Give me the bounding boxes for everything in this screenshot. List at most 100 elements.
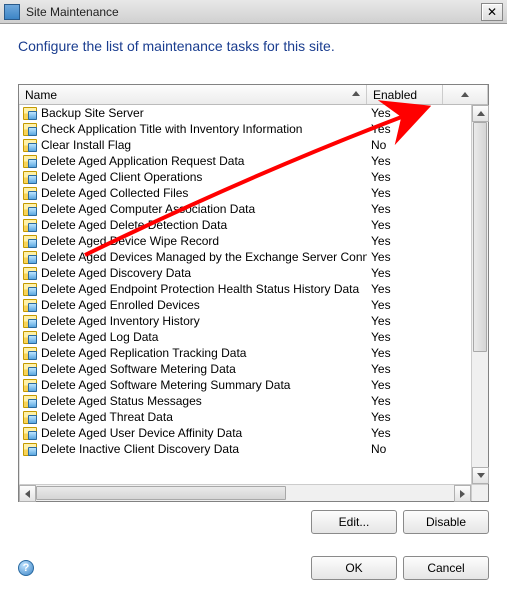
- table-row[interactable]: Delete Aged Replication Tracking DataYes: [19, 345, 471, 361]
- table-row[interactable]: Delete Aged Threat DataYes: [19, 409, 471, 425]
- scroll-down-button[interactable]: [472, 467, 489, 484]
- task-icon: [23, 411, 37, 424]
- task-name: Delete Inactive Client Discovery Data: [41, 442, 367, 456]
- task-name: Delete Aged Application Request Data: [41, 154, 367, 168]
- task-name: Delete Aged Computer Association Data: [41, 202, 367, 216]
- task-enabled: Yes: [367, 330, 443, 344]
- task-icon: [23, 315, 37, 328]
- vertical-scrollbar[interactable]: [471, 105, 488, 484]
- task-icon: [23, 443, 37, 456]
- table-row[interactable]: Delete Aged Discovery DataYes: [19, 265, 471, 281]
- task-name: Delete Aged Log Data: [41, 330, 367, 344]
- titlebar: Site Maintenance ✕: [0, 0, 507, 24]
- table-row[interactable]: Delete Aged Status MessagesYes: [19, 393, 471, 409]
- column-header-name[interactable]: Name: [19, 85, 367, 104]
- dialog-button-bar: ? OK Cancel: [0, 546, 507, 590]
- table-row[interactable]: Delete Aged User Device Affinity DataYes: [19, 425, 471, 441]
- table-row[interactable]: Check Application Title with Inventory I…: [19, 121, 471, 137]
- ok-button[interactable]: OK: [311, 556, 397, 580]
- task-icon: [23, 107, 37, 120]
- list-header: Name Enabled: [19, 85, 488, 105]
- table-row[interactable]: Delete Inactive Client Discovery DataNo: [19, 441, 471, 457]
- task-enabled: Yes: [367, 362, 443, 376]
- list-body: Backup Site ServerYesCheck Application T…: [19, 105, 471, 484]
- task-enabled: Yes: [367, 250, 443, 264]
- table-row[interactable]: Delete Aged Delete Detection DataYes: [19, 217, 471, 233]
- table-row[interactable]: Delete Aged Software Metering Summary Da…: [19, 377, 471, 393]
- task-icon: [23, 187, 37, 200]
- task-icon: [23, 395, 37, 408]
- task-name: Delete Aged Client Operations: [41, 170, 367, 184]
- task-enabled: Yes: [367, 170, 443, 184]
- task-name: Delete Aged User Device Affinity Data: [41, 426, 367, 440]
- chevron-up-icon: [461, 92, 469, 97]
- table-row[interactable]: Delete Aged Devices Managed by the Excha…: [19, 249, 471, 265]
- task-name: Delete Aged Status Messages: [41, 394, 367, 408]
- table-row[interactable]: Delete Aged Log DataYes: [19, 329, 471, 345]
- task-enabled: Yes: [367, 346, 443, 360]
- task-icon: [23, 363, 37, 376]
- task-name: Backup Site Server: [41, 106, 367, 120]
- task-enabled: Yes: [367, 298, 443, 312]
- horizontal-scrollbar[interactable]: [19, 484, 471, 501]
- task-icon: [23, 299, 37, 312]
- task-name: Delete Aged Device Wipe Record: [41, 234, 367, 248]
- table-row[interactable]: Delete Aged Enrolled DevicesYes: [19, 297, 471, 313]
- close-button[interactable]: ✕: [481, 3, 503, 21]
- disable-button[interactable]: Disable: [403, 510, 489, 534]
- task-icon: [23, 379, 37, 392]
- arrow-up-icon: [477, 111, 485, 116]
- arrow-right-icon: [460, 490, 465, 498]
- task-icon: [23, 171, 37, 184]
- table-row[interactable]: Delete Aged Client OperationsYes: [19, 169, 471, 185]
- scroll-track-horizontal[interactable]: [36, 485, 454, 501]
- task-enabled: Yes: [367, 154, 443, 168]
- scroll-up-button[interactable]: [472, 105, 489, 122]
- table-row[interactable]: Delete Aged Device Wipe RecordYes: [19, 233, 471, 249]
- task-enabled: Yes: [367, 410, 443, 424]
- table-row[interactable]: Delete Aged Computer Association DataYes: [19, 201, 471, 217]
- task-icon: [23, 427, 37, 440]
- table-row[interactable]: Backup Site ServerYes: [19, 105, 471, 121]
- scroll-corner: [471, 484, 488, 501]
- task-name: Delete Aged Inventory History: [41, 314, 367, 328]
- task-enabled: Yes: [367, 106, 443, 120]
- task-name: Delete Aged Threat Data: [41, 410, 367, 424]
- task-icon: [23, 331, 37, 344]
- arrow-left-icon: [25, 490, 30, 498]
- scroll-thumb-vertical[interactable]: [473, 122, 487, 352]
- task-name: Delete Aged Enrolled Devices: [41, 298, 367, 312]
- table-row[interactable]: Delete Aged Inventory HistoryYes: [19, 313, 471, 329]
- task-enabled: Yes: [367, 122, 443, 136]
- task-icon: [23, 347, 37, 360]
- task-name: Delete Aged Discovery Data: [41, 266, 367, 280]
- column-header-name-label: Name: [25, 88, 57, 102]
- help-icon[interactable]: ?: [18, 560, 34, 576]
- table-row[interactable]: Delete Aged Endpoint Protection Health S…: [19, 281, 471, 297]
- task-name: Delete Aged Software Metering Summary Da…: [41, 378, 367, 392]
- task-enabled: Yes: [367, 218, 443, 232]
- arrow-down-icon: [477, 473, 485, 478]
- edit-button[interactable]: Edit...: [311, 510, 397, 534]
- task-icon: [23, 219, 37, 232]
- task-enabled: Yes: [367, 314, 443, 328]
- column-header-enabled[interactable]: Enabled: [367, 85, 443, 104]
- scroll-thumb-horizontal[interactable]: [36, 486, 286, 500]
- task-icon: [23, 283, 37, 296]
- task-enabled: Yes: [367, 266, 443, 280]
- table-row[interactable]: Clear Install FlagNo: [19, 137, 471, 153]
- task-icon: [23, 267, 37, 280]
- scroll-right-button[interactable]: [454, 485, 471, 502]
- table-row[interactable]: Delete Aged Collected FilesYes: [19, 185, 471, 201]
- table-row[interactable]: Delete Aged Application Request DataYes: [19, 153, 471, 169]
- task-icon: [23, 203, 37, 216]
- table-row[interactable]: Delete Aged Software Metering DataYes: [19, 361, 471, 377]
- column-header-scroll[interactable]: [443, 85, 488, 104]
- task-enabled: Yes: [367, 234, 443, 248]
- task-icon: [23, 155, 37, 168]
- task-enabled: Yes: [367, 186, 443, 200]
- cancel-button[interactable]: Cancel: [403, 556, 489, 580]
- scroll-left-button[interactable]: [19, 485, 36, 502]
- task-name: Check Application Title with Inventory I…: [41, 122, 367, 136]
- scroll-track-vertical[interactable]: [472, 122, 488, 467]
